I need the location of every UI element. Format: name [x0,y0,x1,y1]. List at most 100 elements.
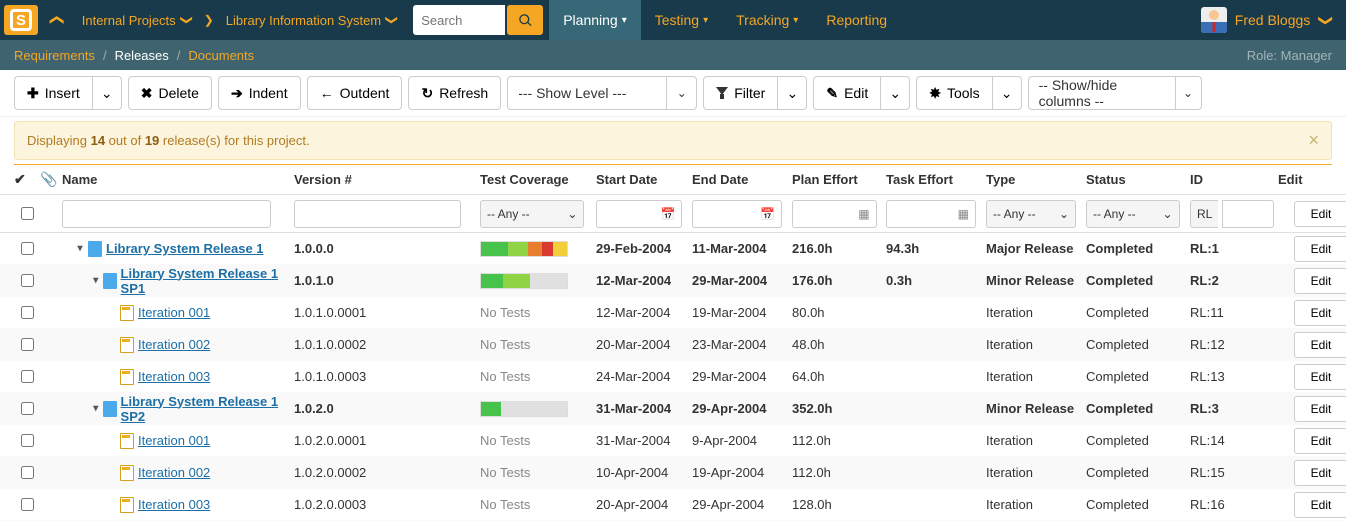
chevron-down-icon: ⌄ [567,207,577,221]
attachments-icon[interactable]: 📎 [40,171,62,188]
filter-dropdown[interactable]: ⌄ [777,76,807,110]
release-link[interactable]: Iteration 002 [138,465,210,480]
filter-plan-effort[interactable]: ▦ [792,200,877,228]
release-link[interactable]: Library System Release 1 SP1 [121,266,294,296]
release-icon [120,497,134,513]
release-link[interactable]: Iteration 001 [138,305,210,320]
version-cell: 1.0.1.0 [294,273,480,288]
start-date: 10-Apr-2004 [596,465,692,480]
row-checkbox[interactable] [18,434,37,447]
calendar-icon: 📅 [760,207,775,221]
row-checkbox[interactable] [18,306,37,319]
tools-button[interactable]: Tools [916,76,991,110]
filter-task-effort[interactable]: ▦ [886,200,976,228]
expand-toggle[interactable]: ▾ [92,275,99,286]
expand-toggle[interactable]: ▾ [76,243,84,254]
select-all-checkbox[interactable]: ✔ [14,171,40,188]
filter-name-input[interactable] [62,200,271,228]
menu-tracking[interactable]: Tracking▾ [722,0,812,40]
col-status[interactable]: Status [1086,172,1190,187]
release-link[interactable]: Library System Release 1 SP2 [121,394,294,424]
close-icon[interactable]: × [1308,130,1319,151]
row-edit-button[interactable]: Edit [1294,364,1346,390]
col-plan[interactable]: Plan Effort [792,172,886,187]
row-checkbox[interactable] [18,370,37,383]
release-link[interactable]: Iteration 002 [138,337,210,352]
breadcrumb-requirements[interactable]: Requirements [14,48,95,63]
plan-effort: 216.0h [792,241,886,256]
filter-checkbox[interactable] [18,207,37,220]
menu-testing[interactable]: Testing▾ [641,0,722,40]
insert-dropdown[interactable]: ⌄ [92,76,122,110]
id-cell: RL:11 [1190,305,1278,320]
row-edit-button[interactable]: Edit [1294,300,1346,326]
type-cell: Iteration [986,369,1086,384]
release-link[interactable]: Iteration 003 [138,369,210,384]
menu-reporting[interactable]: Reporting [812,0,901,40]
user-menu[interactable]: Fred Bloggs ❯ [1187,0,1346,40]
col-coverage[interactable]: Test Coverage [480,172,596,187]
breadcrumb-documents[interactable]: Documents [188,48,254,63]
coverage-cell: No Tests [480,465,596,480]
col-name[interactable]: Name [62,172,294,187]
filter-id-input[interactable]: RL [1190,200,1278,228]
insert-button[interactable]: Insert [14,76,92,110]
project-dropdown[interactable]: Library Information System ❯ [218,0,405,40]
col-id[interactable]: ID [1190,172,1278,187]
row-checkbox[interactable] [18,338,37,351]
release-icon [120,369,134,385]
menu-planning[interactable]: Planning▾ [549,0,641,40]
row-edit-button[interactable]: Edit [1294,332,1346,358]
filter-button[interactable]: Filter [703,76,777,110]
release-link[interactable]: Library System Release 1 [106,241,264,256]
start-date: 12-Mar-2004 [596,273,692,288]
search-button[interactable] [507,5,543,35]
release-link[interactable]: Iteration 003 [138,497,210,512]
indent-button[interactable]: Indent [218,76,301,110]
col-end[interactable]: End Date [692,172,792,187]
col-start[interactable]: Start Date [596,172,692,187]
show-hide-columns-select[interactable]: -- Show/hide columns --⌄ [1028,76,1202,110]
filter-edit-button[interactable]: Edit [1294,201,1346,227]
filter-coverage-select[interactable]: -- Any --⌄ [480,200,584,228]
filter-start-date[interactable]: 📅 [596,200,682,228]
edit-dropdown[interactable]: ⌄ [880,76,910,110]
row-checkbox[interactable] [18,274,37,287]
release-link[interactable]: Iteration 001 [138,433,210,448]
row-checkbox[interactable] [18,402,37,415]
filter-version-input[interactable] [294,200,461,228]
row-checkbox[interactable] [18,466,37,479]
filter-end-date[interactable]: 📅 [692,200,782,228]
show-level-select[interactable]: --- Show Level ---⌄ [507,76,697,110]
row-edit-button[interactable]: Edit [1294,460,1346,486]
col-task[interactable]: Task Effort [886,172,986,187]
table-row: Iteration 0011.0.1.0.0001No Tests12-Mar-… [0,297,1346,329]
row-edit-button[interactable]: Edit [1294,492,1346,518]
end-date: 19-Apr-2004 [692,465,792,480]
breadcrumb-releases[interactable]: Releases [115,48,169,63]
row-edit-button[interactable]: Edit [1294,268,1346,294]
outdent-button[interactable]: Outdent [307,76,403,110]
refresh-button[interactable]: Refresh [408,76,501,110]
expand-toggle[interactable]: ▾ [92,403,99,414]
coverage-cell: No Tests [480,337,596,352]
delete-button[interactable]: Delete [128,76,212,110]
release-icon [120,337,134,353]
app-logo[interactable]: S [4,5,38,35]
row-checkbox[interactable] [18,242,37,255]
row-edit-button[interactable]: Edit [1294,428,1346,454]
col-version[interactable]: Version # [294,172,480,187]
filter-status-select[interactable]: -- Any --⌄ [1086,200,1180,228]
row-edit-button[interactable]: Edit [1294,396,1346,422]
search-input[interactable] [413,5,505,35]
table-header: ✔ 📎 Name Version # Test Coverage Start D… [0,165,1346,195]
row-edit-button[interactable]: Edit [1294,236,1346,262]
edit-button[interactable]: Edit [813,76,880,110]
end-date: 29-Apr-2004 [692,497,792,512]
type-cell: Minor Release [986,273,1086,288]
workspace-dropdown[interactable]: Internal Projects ❯ [74,0,200,40]
col-type[interactable]: Type [986,172,1086,187]
filter-type-select[interactable]: -- Any --⌄ [986,200,1076,228]
workspace-chevron-icon[interactable]: ❮ [38,4,78,36]
tools-dropdown[interactable]: ⌄ [992,76,1022,110]
